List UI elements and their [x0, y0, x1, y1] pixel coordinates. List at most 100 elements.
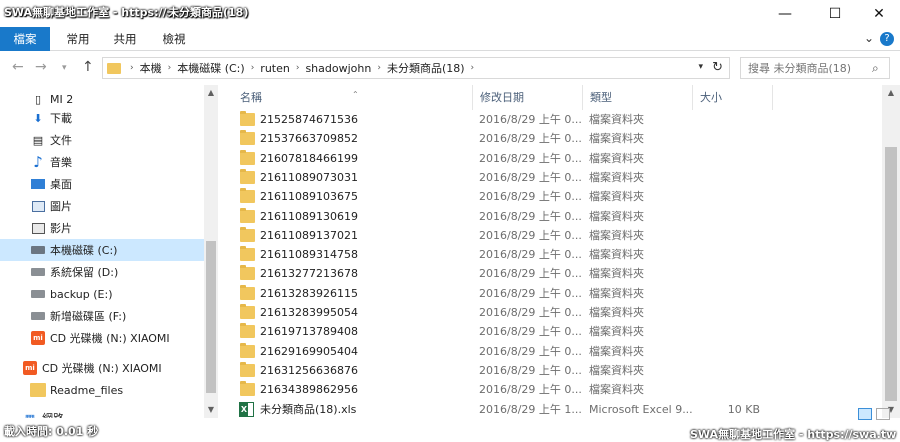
large-icons-view-button[interactable]	[876, 408, 890, 420]
nav-label: CD 光碟機 (N:) XIAOMI	[42, 362, 162, 375]
breadcrumb-shadowjohn[interactable]: shadowjohn	[302, 62, 374, 75]
file-list: 名稱 ⌃ 修改日期 類型 大小 21525874671536 2016/8/29 上…	[226, 85, 882, 418]
nav-pane-scrollbar[interactable]: ▲ ▼	[204, 85, 218, 418]
nav-item-drive-c[interactable]: 本機磁碟 (C:)	[0, 239, 204, 261]
table-row[interactable]: 21634389862956 2016/8/29 上午 0... 檔案資料夾	[226, 380, 882, 399]
nav-item-desktop[interactable]: 桌面	[0, 173, 204, 195]
table-row[interactable]: 21613283995054 2016/8/29 上午 0... 檔案資料夾	[226, 303, 882, 322]
file-size	[694, 284, 760, 303]
breadcrumb-drive-c[interactable]: 本機磁碟 (C:)	[174, 60, 247, 76]
tab-view[interactable]: 檢視	[156, 27, 192, 51]
file-name: 21613283926115	[260, 286, 358, 300]
desktop-icon	[30, 177, 46, 191]
nav-item-music[interactable]: ♪ 音樂	[0, 151, 204, 173]
scroll-thumb[interactable]	[885, 147, 897, 401]
file-type: Microsoft Excel 9...	[589, 402, 693, 416]
nav-item-drive-e[interactable]: backup (E:)	[0, 283, 204, 305]
scroll-down-icon[interactable]: ▼	[204, 405, 218, 414]
nav-item-drive-d[interactable]: 系統保留 (D:)	[0, 261, 204, 283]
recent-locations-chevron-icon[interactable]: ▾	[62, 63, 67, 73]
chevron-right-icon[interactable]: ›	[248, 63, 258, 73]
maximize-button[interactable]: ☐	[812, 0, 858, 27]
column-type[interactable]: 類型	[582, 85, 692, 110]
up-arrow-icon[interactable]: ↑	[82, 59, 94, 75]
address-dropdown-icon[interactable]: ▾	[698, 62, 703, 72]
column-size[interactable]: 大小	[692, 85, 772, 110]
nav-item-videos[interactable]: 影片	[0, 217, 204, 239]
tab-share[interactable]: 共用	[110, 27, 140, 51]
table-row[interactable]: 未分類商品(18).xls 2016/8/29 上午 1... Microsoft …	[226, 400, 882, 419]
column-divider[interactable]	[772, 85, 773, 110]
tab-file[interactable]: 檔案	[0, 27, 50, 51]
nav-item-downloads[interactable]: ⬇ 下載	[0, 107, 204, 129]
column-date[interactable]: 修改日期	[472, 85, 582, 110]
chevron-right-icon[interactable]: ›	[293, 63, 303, 73]
videos-icon	[30, 221, 46, 235]
address-bar[interactable]: › 本機 › 本機磁碟 (C:) › ruten › shadowjohn › …	[102, 57, 730, 79]
breadcrumb-current-folder[interactable]: 未分類商品(18)	[384, 60, 468, 76]
chevron-right-icon[interactable]: ›	[374, 63, 384, 73]
column-name[interactable]: 名稱 ⌃	[232, 85, 472, 110]
pictures-icon	[30, 199, 46, 213]
file-size	[694, 187, 760, 206]
nav-item-cd-drive[interactable]: mi CD 光碟機 (N:) XIAOMI	[0, 327, 204, 349]
file-size	[694, 207, 760, 226]
chevron-right-icon[interactable]: ›	[165, 63, 175, 73]
nav-item-pictures[interactable]: 圖片	[0, 195, 204, 217]
close-button[interactable]: ✕	[856, 0, 900, 27]
back-arrow-icon[interactable]: ←	[12, 59, 24, 75]
help-icon[interactable]: ?	[880, 32, 894, 46]
scroll-up-icon[interactable]: ▲	[882, 88, 900, 97]
expand-ribbon-icon[interactable]: ⌄	[864, 31, 874, 45]
scroll-thumb[interactable]	[206, 241, 216, 393]
status-load-time: 載入時間: 0.01 秒	[4, 425, 99, 438]
refresh-icon[interactable]: ↻	[712, 60, 723, 75]
scroll-up-icon[interactable]: ▲	[204, 88, 218, 97]
table-row[interactable]: 21613277213678 2016/8/29 上午 0... 檔案資料夾	[226, 264, 882, 283]
minimize-button[interactable]: —	[762, 0, 808, 27]
nav-item-readme-files[interactable]: Readme_files	[0, 379, 204, 401]
file-size	[694, 110, 760, 129]
status-bar: 載入時間: 0.01 秒 SWA無聊基地工作室 - https://swa.tw	[0, 418, 900, 442]
tab-home[interactable]: 常用	[60, 27, 96, 51]
table-row[interactable]: 21613283926115 2016/8/29 上午 0... 檔案資料夾	[226, 284, 882, 303]
forward-arrow-icon[interactable]: →	[35, 59, 47, 75]
table-row[interactable]: 21611089103675 2016/8/29 上午 0... 檔案資料夾	[226, 187, 882, 206]
folder-icon	[240, 342, 255, 358]
nav-item-cd-drive-root[interactable]: mi CD 光碟機 (N:) XIAOMI	[0, 357, 204, 379]
table-row[interactable]: 21611089314758 2016/8/29 上午 0... 檔案資料夾	[226, 245, 882, 264]
chevron-right-icon[interactable]: ›	[468, 63, 478, 73]
table-row[interactable]: 21629169905404 2016/8/29 上午 0... 檔案資料夾	[226, 342, 882, 361]
file-date: 2016/8/29 上午 0...	[479, 344, 582, 358]
table-row[interactable]: 21607818466199 2016/8/29 上午 0... 檔案資料夾	[226, 149, 882, 168]
breadcrumb-this-pc[interactable]: 本機	[137, 60, 165, 76]
details-view-button[interactable]	[858, 408, 872, 420]
drive-icon	[30, 287, 46, 301]
excel-file-icon	[239, 401, 254, 417]
file-type: 檔案資料夾	[589, 286, 644, 300]
breadcrumb-ruten[interactable]: ruten	[257, 62, 293, 75]
file-date: 2016/8/29 上午 0...	[479, 248, 582, 262]
file-list-scrollbar[interactable]: ▲ ▼	[882, 85, 900, 418]
search-icon[interactable]: ⌕	[872, 61, 879, 76]
table-row[interactable]: 21611089073031 2016/8/29 上午 0... 檔案資料夾	[226, 168, 882, 187]
table-row[interactable]: 21631256636876 2016/8/29 上午 0... 檔案資料夾	[226, 361, 882, 380]
table-row[interactable]: 21611089137021 2016/8/29 上午 0... 檔案資料夾	[226, 226, 882, 245]
table-row[interactable]: 21537663709852 2016/8/29 上午 0... 檔案資料夾	[226, 129, 882, 148]
folder-icon	[240, 188, 255, 204]
search-input[interactable]	[740, 57, 890, 79]
nav-item-drive-f[interactable]: 新增磁碟區 (F:)	[0, 305, 204, 327]
nav-label: 網路	[42, 410, 64, 418]
file-type: 檔案資料夾	[589, 267, 644, 281]
nav-item-network[interactable]: ▦ 網路	[0, 407, 204, 419]
column-header: 名稱 ⌃ 修改日期 類型 大小	[226, 85, 882, 110]
table-row[interactable]: 21611089130619 2016/8/29 上午 0... 檔案資料夾	[226, 207, 882, 226]
nav-label: 本機磁碟 (C:)	[50, 244, 118, 257]
table-row[interactable]: 21619713789408 2016/8/29 上午 0... 檔案資料夾	[226, 322, 882, 341]
folder-icon	[240, 381, 255, 397]
navigation-pane: ▯ MI 2 ⬇ 下載 ▤ 文件 ♪ 音樂 桌面 圖片 影片 本機磁碟 (C:)…	[0, 85, 218, 418]
table-row[interactable]: 21525874671536 2016/8/29 上午 0... 檔案資料夾	[226, 110, 882, 129]
nav-item-documents[interactable]: ▤ 文件	[0, 129, 204, 151]
folder-icon	[240, 111, 255, 126]
chevron-right-icon[interactable]: ›	[127, 63, 137, 73]
